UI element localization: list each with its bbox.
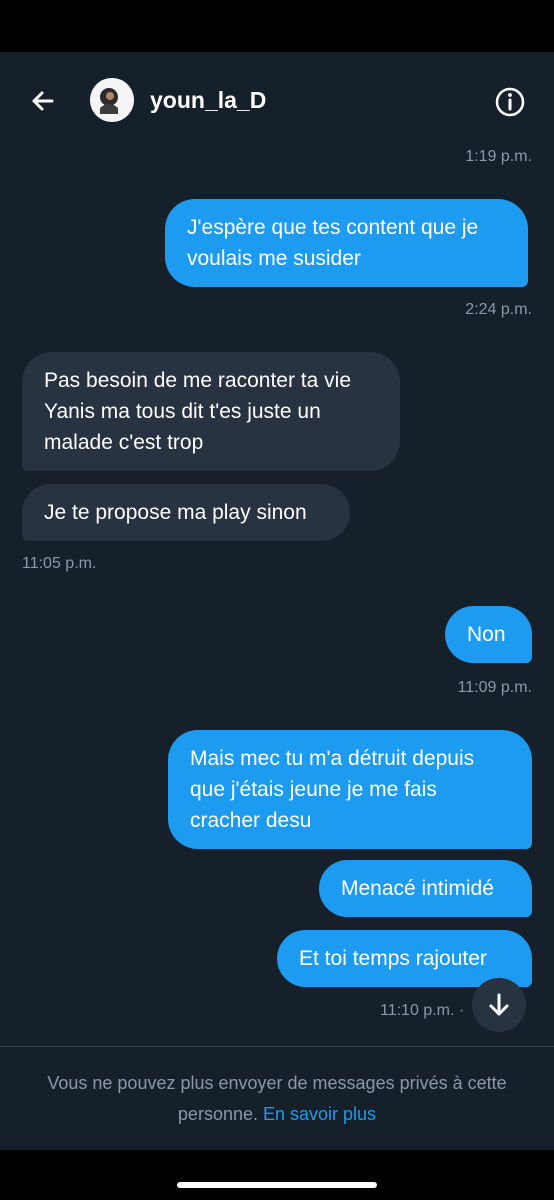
message-timestamp: 11:10 p.m. · — [380, 1002, 465, 1019]
arrow-left-icon — [32, 91, 54, 111]
back-button[interactable] — [26, 84, 60, 118]
home-indicator[interactable] — [177, 1182, 377, 1188]
message-timestamp: 1:19 p.m. — [465, 148, 532, 165]
outgoing-message[interactable]: Menacé intimidé — [319, 860, 532, 917]
scroll-to-bottom-button[interactable] — [472, 978, 526, 1032]
message-timestamp: 2:24 p.m. — [465, 301, 532, 318]
arrow-down-icon — [489, 993, 509, 1016]
outgoing-message[interactable]: J'espère que tes content que je voulais … — [165, 199, 528, 287]
composer-divider — [0, 1046, 554, 1047]
dm-disabled-notice: Vous ne pouvez plus envoyer de messages … — [20, 1068, 534, 1130]
message-timestamp: 11:09 p.m. — [457, 679, 532, 696]
avatar-image — [90, 78, 134, 122]
conversation-username[interactable]: youn_la_D — [150, 87, 266, 114]
outgoing-message[interactable]: Non — [445, 606, 532, 663]
status-bar — [0, 0, 554, 52]
info-button[interactable] — [493, 85, 527, 119]
message-timestamp: 11:05 p.m. — [22, 555, 97, 572]
conversation-header: youn_la_D — [0, 52, 554, 150]
outgoing-message[interactable]: Mais mec tu m'a détruit depuis que j'éta… — [168, 730, 532, 849]
info-icon — [495, 87, 525, 117]
incoming-message[interactable]: Pas besoin de me raconter ta vie Yanis m… — [22, 352, 400, 471]
learn-more-link[interactable]: En savoir plus — [263, 1104, 376, 1124]
navigation-bar — [0, 1150, 554, 1200]
incoming-message[interactable]: Je te propose ma play sinon — [22, 484, 350, 541]
avatar[interactable] — [90, 78, 134, 122]
